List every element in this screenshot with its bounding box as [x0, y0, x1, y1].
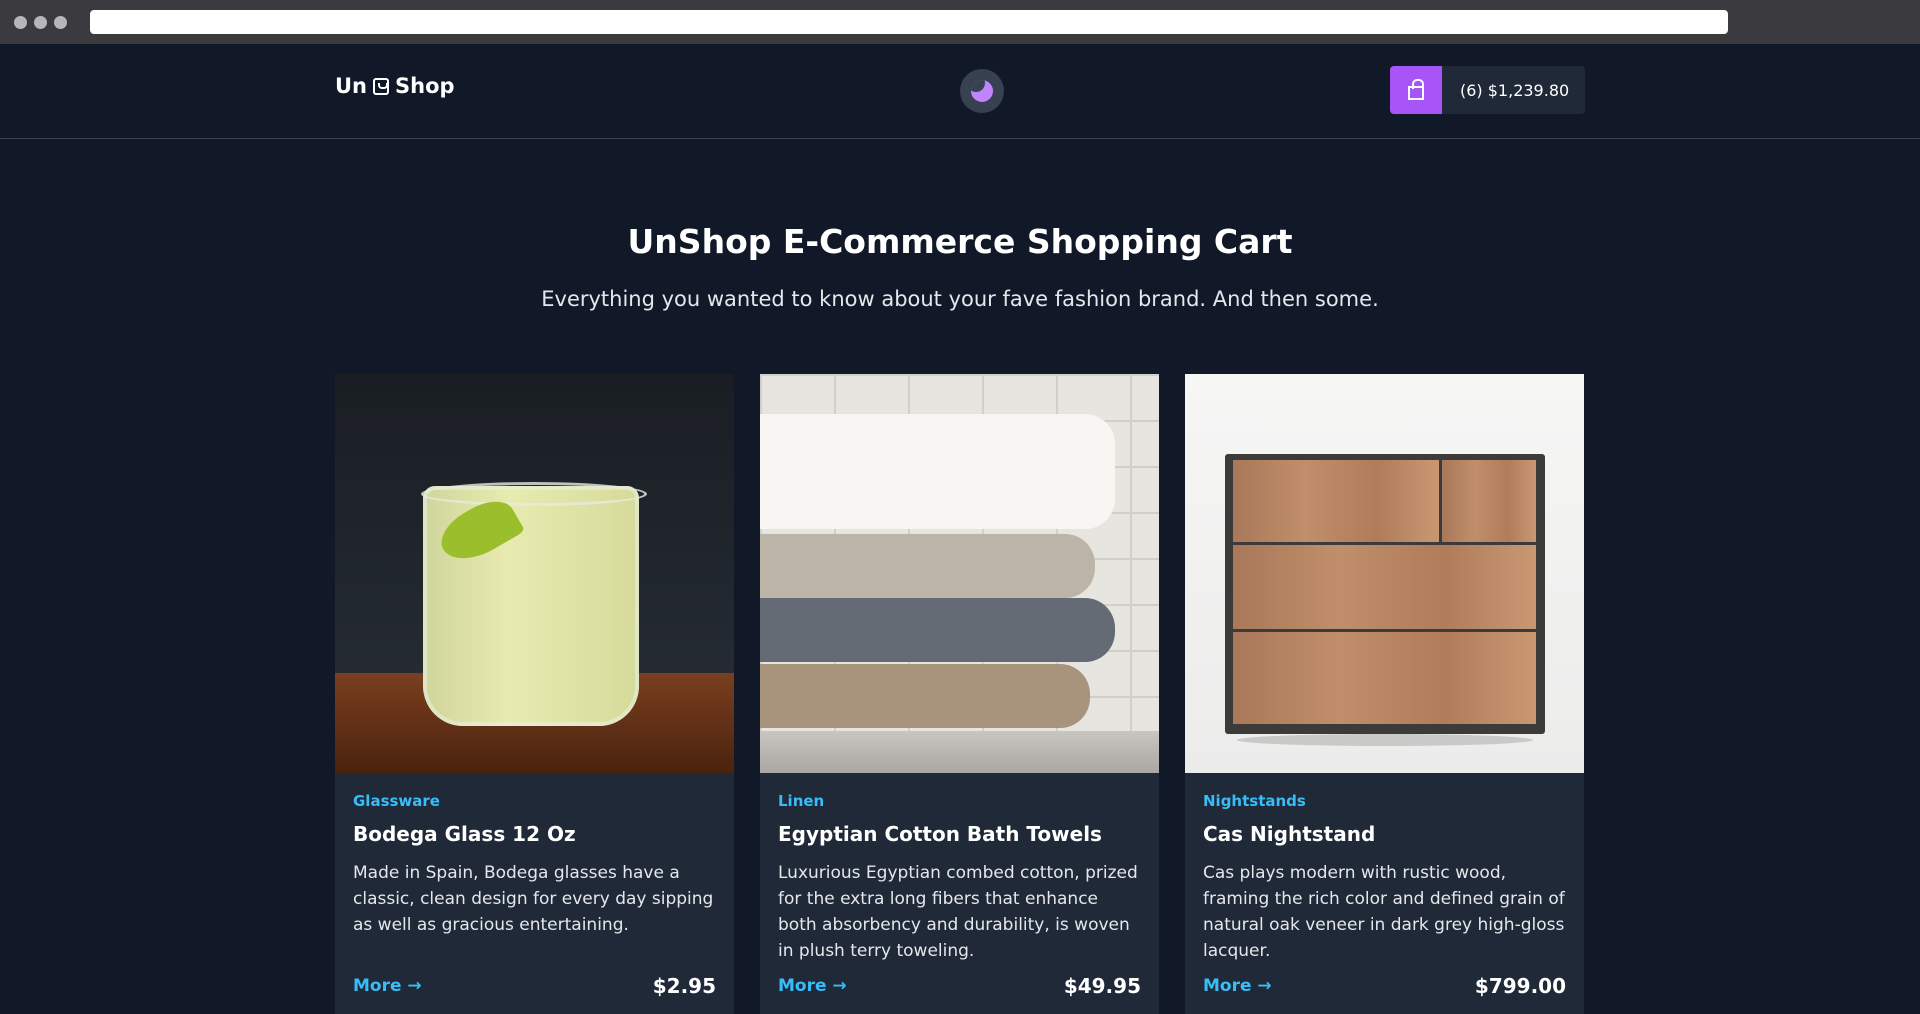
moon-icon — [971, 80, 993, 102]
browser-chrome — [0, 0, 1920, 44]
product-category[interactable]: Glassware — [353, 792, 716, 810]
product-grid: Glassware Bodega Glass 12 Oz Made in Spa… — [335, 374, 1584, 1014]
cart-icon-box — [1390, 66, 1442, 114]
product-price: $2.95 — [652, 974, 716, 998]
product-card: Nightstands Cas Nightstand Cas plays mod… — [1185, 374, 1584, 1014]
cart-summary: (6) $1,239.80 — [1460, 80, 1570, 100]
logo-text-right: Shop — [395, 74, 455, 98]
window-maximize-dot[interactable] — [54, 16, 67, 29]
product-price: $799.00 — [1474, 974, 1566, 998]
product-name[interactable]: Bodega Glass 12 Oz — [353, 822, 716, 846]
product-description: Cas plays modern with rustic wood, frami… — [1203, 863, 1565, 961]
product-image[interactable] — [335, 374, 734, 773]
product-name[interactable]: Cas Nightstand — [1203, 822, 1566, 846]
product-category[interactable]: Nightstands — [1203, 792, 1566, 810]
shopping-bag-icon — [373, 77, 390, 95]
more-link[interactable]: More → — [353, 976, 422, 996]
product-card: Glassware Bodega Glass 12 Oz Made in Spa… — [335, 374, 734, 1014]
product-name[interactable]: Egyptian Cotton Bath Towels — [778, 822, 1141, 846]
theme-toggle-button[interactable] — [960, 69, 1004, 113]
cart-button[interactable]: (6) $1,239.80 — [1390, 66, 1585, 114]
product-image[interactable] — [1185, 374, 1584, 773]
product-image[interactable] — [760, 374, 1159, 773]
shopping-bag-icon — [1408, 79, 1424, 100]
more-link[interactable]: More → — [1203, 976, 1272, 996]
window-minimize-dot[interactable] — [34, 16, 47, 29]
page-subtitle: Everything you wanted to know about your… — [541, 287, 1379, 311]
product-description: Made in Spain, Bodega glasses have a cla… — [353, 863, 714, 935]
more-link[interactable]: More → — [778, 976, 847, 996]
window-close-dot[interactable] — [14, 16, 27, 29]
logo-text-left: Un — [335, 74, 368, 98]
address-bar[interactable] — [90, 10, 1728, 34]
page-title: UnShop E-Commerce Shopping Cart — [627, 222, 1293, 261]
product-category[interactable]: Linen — [778, 792, 1141, 810]
product-price: $49.95 — [1063, 974, 1141, 998]
product-card: Linen Egyptian Cotton Bath Towels Luxuri… — [760, 374, 1159, 1014]
logo[interactable]: Un Shop — [335, 74, 455, 98]
site-header: Un Shop (6) $1,239.80 — [0, 44, 1920, 139]
product-description: Luxurious Egyptian combed cotton, prized… — [778, 863, 1138, 961]
